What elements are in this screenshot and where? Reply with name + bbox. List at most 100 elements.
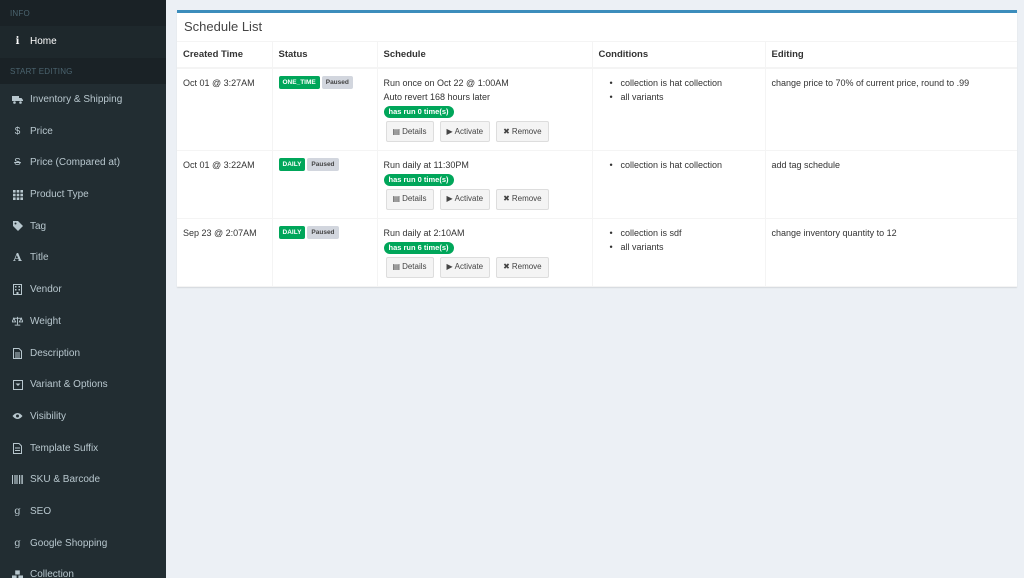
sidebar-item-template-suffix[interactable]: Template Suffix xyxy=(0,432,166,464)
schedule-cell: Run daily at 2:10AM has run 6 time(s) ▤ D… xyxy=(377,218,593,287)
column-header-status: Status xyxy=(272,42,378,69)
sidebar-item-product-type[interactable]: Product Type xyxy=(0,179,166,211)
table-header-row: Created Time Status Schedule Conditions … xyxy=(177,42,1017,69)
editing-cell: add tag schedule xyxy=(765,150,1017,219)
sidebar-item-label: Tag xyxy=(30,220,47,232)
tag-icon xyxy=(12,221,23,232)
sidebar-item-price[interactable]: $ Price xyxy=(0,115,166,147)
activate-button[interactable]: ▶ Activate xyxy=(439,256,491,278)
created-time: Oct 01 @ 3:27AM xyxy=(177,68,273,151)
archive-icon xyxy=(12,379,23,390)
remove-button[interactable]: ✖ Remove xyxy=(496,121,549,142)
sidebar-item-label: Price (Compared at) xyxy=(30,157,121,169)
sidebar-item-price-compared[interactable]: S Price (Compared at) xyxy=(0,147,166,179)
schedule-revert-text: Auto revert 168 hours later xyxy=(383,92,491,102)
status-badge: Paused xyxy=(321,76,353,89)
status-badge: Paused xyxy=(307,225,339,239)
activate-button-label: Activate xyxy=(454,194,484,203)
status-cell: ONE_TIME Paused xyxy=(272,68,378,151)
sidebar-item-label: Template Suffix xyxy=(30,442,99,454)
sidebar-item-label: SKU & Barcode xyxy=(30,474,101,486)
condition-item: all variants xyxy=(610,240,759,254)
eye-icon xyxy=(12,411,23,422)
activate-button[interactable]: ▶ Activate xyxy=(439,121,491,142)
sidebar-item-variant-options[interactable]: Variant & Options xyxy=(0,369,166,401)
run-count-badge: has run 6 time(s) xyxy=(383,241,454,254)
remove-button[interactable]: ✖ Remove xyxy=(496,256,549,278)
sidebar-item-home[interactable]: i Home xyxy=(0,26,166,58)
sidebar-item-inventory[interactable]: Inventory & Shipping xyxy=(0,84,166,116)
sidebar-item-collection[interactable]: Collection xyxy=(0,559,166,578)
schedule-text: Run daily at 11:30PM xyxy=(383,159,469,170)
strike-dollar-icon: S xyxy=(14,157,21,169)
column-header-editing: Editing xyxy=(765,42,1017,69)
remove-button-label: Remove xyxy=(511,126,542,136)
sidebar-item-label: Vendor xyxy=(30,284,62,296)
sidebar-item-sku-barcode[interactable]: SKU & Barcode xyxy=(0,464,166,496)
sidebar-item-label: Product Type xyxy=(30,189,89,201)
sidebar: INFO i Home START EDITING Inventory & Sh… xyxy=(0,0,166,578)
cubes-icon xyxy=(12,569,23,578)
conditions-cell: collection is hat collection xyxy=(592,150,766,219)
remove-button-label: Remove xyxy=(511,194,542,203)
schedule-cell: Run daily at 11:30PM has run 0 time(s) ▤… xyxy=(377,150,593,219)
barcode-icon xyxy=(12,474,23,485)
remove-button[interactable]: ✖ Remove xyxy=(496,188,549,210)
scale-icon xyxy=(12,316,23,327)
schedule-type-badge: ONE_TIME xyxy=(278,76,320,89)
sidebar-item-description[interactable]: Description xyxy=(0,337,166,369)
font-icon: A xyxy=(13,251,22,265)
activate-button-label: Activate xyxy=(454,262,484,271)
created-time: Oct 01 @ 3:22AM xyxy=(177,150,273,219)
details-button[interactable]: ▤ Details xyxy=(385,121,434,142)
schedule-text: Run once on Oct 22 @ 1:00AM xyxy=(383,78,509,88)
document-icon xyxy=(12,347,23,359)
sidebar-item-label: Title xyxy=(30,252,49,264)
details-button[interactable]: ▤ Details xyxy=(385,256,434,278)
conditions-cell: collection is hat collection all variant… xyxy=(592,68,766,151)
details-button-label: Details xyxy=(402,262,427,271)
play-icon: ▶ xyxy=(446,126,453,136)
sidebar-item-visibility[interactable]: Visibility xyxy=(0,401,166,433)
schedule-cell: Run once on Oct 22 @ 1:00AM Auto revert … xyxy=(377,68,593,151)
close-icon: ✖ xyxy=(503,194,510,203)
details-button[interactable]: ▤ Details xyxy=(385,188,434,210)
sidebar-item-label: Collection xyxy=(30,569,74,578)
schedule-type-badge: DAILY xyxy=(278,225,306,239)
sidebar-item-vendor[interactable]: Vendor xyxy=(0,274,166,306)
column-header-conditions: Conditions xyxy=(592,42,766,69)
grid-icon xyxy=(12,189,23,200)
list-icon: ▤ xyxy=(392,262,401,271)
column-header-schedule: Schedule xyxy=(377,42,593,69)
sidebar-item-google-shopping[interactable]: g Google Shopping xyxy=(0,527,166,559)
info-icon: i xyxy=(15,36,20,48)
sidebar-item-title[interactable]: A Title xyxy=(0,242,166,274)
schedule-text: Run daily at 2:10AM xyxy=(383,227,465,238)
conditions-cell: collection is sdf all variants xyxy=(592,218,766,287)
sidebar-item-weight[interactable]: Weight xyxy=(0,306,166,338)
status-cell: DAILY Paused xyxy=(272,150,378,219)
sidebar-item-label: Google Shopping xyxy=(30,537,108,549)
run-count-badge: has run 0 time(s) xyxy=(383,106,454,118)
play-icon: ▶ xyxy=(446,262,453,271)
sidebar-header-info: INFO xyxy=(0,0,166,26)
schedule-list-panel: Schedule List Created Time Status Schedu… xyxy=(177,10,1017,287)
condition-item: collection is hat collection xyxy=(610,158,759,172)
sidebar-item-seo[interactable]: g SEO xyxy=(0,496,166,528)
schedule-table: Created Time Status Schedule Conditions … xyxy=(177,42,1017,287)
close-icon: ✖ xyxy=(503,262,510,271)
created-time: Sep 23 @ 2:07AM xyxy=(177,218,273,287)
google-icon: g xyxy=(14,537,21,549)
building-icon xyxy=(12,284,23,296)
activate-button-label: Activate xyxy=(454,126,484,136)
table-row: Sep 23 @ 2:07AM DAILY Paused Run daily at… xyxy=(177,218,1017,287)
details-button-label: Details xyxy=(402,194,427,203)
sidebar-item-tag[interactable]: Tag xyxy=(0,210,166,242)
sidebar-item-label: Variant & Options xyxy=(30,379,108,391)
details-button-label: Details xyxy=(402,126,427,136)
status-cell: DAILY Paused xyxy=(272,218,378,287)
sidebar-item-label: Price xyxy=(30,125,53,137)
table-row: Oct 01 @ 3:22AM DAILY Paused Run daily at… xyxy=(177,150,1017,219)
editing-cell: change price to 70% of current price, ro… xyxy=(765,68,1017,151)
activate-button[interactable]: ▶ Activate xyxy=(439,188,491,210)
